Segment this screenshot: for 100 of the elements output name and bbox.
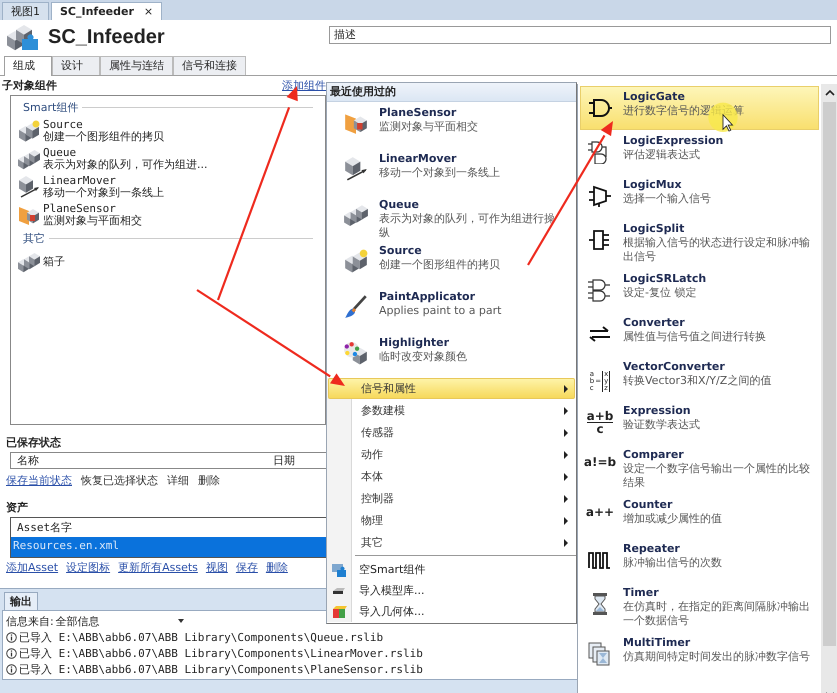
component-name[interactable]: LinearMover <box>43 175 164 187</box>
menu-heading: 最近使用过的 <box>327 83 576 102</box>
component-name[interactable]: PlaneSensor <box>43 203 142 215</box>
submenu-item[interactable]: 传感器 <box>328 422 575 443</box>
submenu-item[interactable]: 物理 <box>328 510 575 531</box>
scrollbar[interactable] <box>821 84 837 693</box>
action-link[interactable]: 视图 <box>206 560 228 575</box>
filter-label: 信息来自: <box>6 614 54 628</box>
tab[interactable]: 属性与连结 <box>100 56 173 75</box>
item-name: LogicSRLatch <box>623 272 706 286</box>
submenu-item[interactable]: 信号和属性 <box>328 378 575 399</box>
item-name: Queue <box>379 198 420 212</box>
submenu-arrow-icon <box>564 538 568 546</box>
group-heading: 其它 <box>23 231 45 246</box>
action-link[interactable]: 更新所有Assets <box>118 560 198 575</box>
tab[interactable]: 设计 <box>52 56 100 75</box>
action-link[interactable]: 设定图标 <box>66 560 110 575</box>
menu-item[interactable]: MultiTimer 仿真期间特定时间发出的脉冲数字信号 <box>580 632 819 676</box>
item-description: 临时改变对象颜色 <box>379 350 467 364</box>
operator-symbol: a++ <box>586 504 614 521</box>
document-tab[interactable]: SC_Infeeder × <box>51 2 162 20</box>
item-description: 仿真期间特定时间发出的脉冲数字信号 <box>623 650 810 664</box>
menu-item[interactable]: Converter 属性值与信号值之间进行转换 <box>580 312 819 356</box>
menu-item[interactable]: LogicSplit 根据输入信号的状态进行设定和脉冲输出信号 <box>580 218 819 268</box>
info-icon <box>6 632 17 642</box>
description-field[interactable]: 描述 <box>329 26 831 44</box>
menu-item[interactable]: LogicSRLatch 设定-复位 锁定 <box>580 268 819 312</box>
item-description: 设定一个数字信号输出一个属性的比较结果 <box>623 462 811 490</box>
action-label[interactable]: 详细 <box>167 473 189 488</box>
scroll-up-icon[interactable] <box>824 89 834 97</box>
menu-item[interactable]: Timer 在仿真时，在指定的距离间隔脉冲输出一个数据信号 <box>580 582 819 632</box>
item-description: 在仿真时，在指定的距离间隔脉冲输出一个数据信号 <box>623 600 811 628</box>
cube-star-icon <box>343 248 369 274</box>
item-description: 根据输入信号的状态进行设定和脉冲输出信号 <box>623 236 811 264</box>
submenu-item[interactable]: 本体 <box>328 466 575 487</box>
menu-item[interactable]: Queue 表示为对象的队列，可作为组进行操纵 <box>327 194 576 240</box>
action-link[interactable]: 保存当前状态 <box>6 473 72 488</box>
log-message: 已导入 E:\ABB\abb6.07\ABB Library\Components\LinearMover.rslib <box>19 646 423 660</box>
menu-item[interactable]: LogicMux 选择一个输入信号 <box>580 174 819 218</box>
item-description: 验证数学表达式 <box>623 418 700 432</box>
menu-item[interactable]: PlaneSensor 监测对象与平面相交 <box>327 102 576 148</box>
action-link[interactable]: 添加Asset <box>6 560 58 575</box>
filter-dropdown[interactable]: 全部信息 <box>56 614 184 628</box>
info-icon <box>6 648 17 658</box>
action-label[interactable]: 恢复已选择状态 <box>81 473 158 488</box>
add-component-link[interactable]: 添加组件 <box>282 78 326 93</box>
caret-icon <box>178 619 184 623</box>
cubes-icon <box>17 147 41 171</box>
section-title: 已保存状态 <box>6 435 62 450</box>
item-description: 移动一个对象到一条线上 <box>379 166 500 180</box>
column-header: 日期 <box>273 453 296 468</box>
submenu-item[interactable]: 参数建模 <box>328 400 575 421</box>
tab[interactable]: 信号和连接 <box>173 56 246 75</box>
box-icon <box>331 604 347 620</box>
action-link[interactable]: 删除 <box>266 560 288 575</box>
item-name: VectorConverter <box>623 360 726 374</box>
action-link[interactable]: 保存 <box>236 560 258 575</box>
cube-star-icon <box>17 119 41 143</box>
action-label[interactable]: 删除 <box>198 473 220 488</box>
item-name: PlaneSensor <box>379 106 458 120</box>
component-name[interactable]: 箱子 <box>43 256 65 268</box>
item-name: Counter <box>623 498 674 512</box>
submenu-item[interactable]: 控制器 <box>328 488 575 509</box>
section-title: 资产 <box>6 500 29 515</box>
menu-item[interactable]: 导入模型库... <box>359 583 424 598</box>
info-icon <box>6 664 17 674</box>
menu-item[interactable]: Highlighter 临时改变对象颜色 <box>327 332 576 378</box>
component-name[interactable]: Queue <box>43 147 208 159</box>
menu-item[interactable]: 导入几何体... <box>359 604 424 619</box>
menu-item[interactable]: Source 创建一个图形组件的拷贝 <box>327 240 576 286</box>
output-tab[interactable]: 输出 <box>4 592 38 610</box>
submenu-arrow-icon <box>564 428 568 436</box>
item-name: Converter <box>623 316 686 330</box>
cube-arrow-icon <box>343 156 369 182</box>
submenu-arrow-icon <box>564 406 568 414</box>
operator-symbol: a!=b <box>584 454 616 471</box>
submenu-arrow-icon <box>564 384 568 392</box>
submenu-item[interactable]: 动作 <box>328 444 575 465</box>
cubes-icon <box>17 250 41 274</box>
component-group-icon <box>6 23 40 51</box>
menu-item[interactable]: LinearMover 移动一个对象到一条线上 <box>327 148 576 194</box>
item-description: 属性值与信号值之间进行转换 <box>623 330 766 344</box>
menu-item[interactable]: LogicExpression 评估逻辑表达式 <box>580 130 819 174</box>
submenu-arrow-icon <box>564 450 568 458</box>
tab[interactable]: 组成 <box>4 56 52 76</box>
item-name: Highlighter <box>379 336 450 350</box>
menu-item[interactable]: 空Smart组件 <box>359 562 426 577</box>
component-name[interactable]: Source <box>43 119 164 131</box>
item-name: PaintApplicator <box>379 290 476 304</box>
color-wheel-icon <box>343 340 369 366</box>
document-tab[interactable]: 视图1 <box>2 2 49 20</box>
menu-item[interactable]: PaintApplicator Applies paint to a part <box>327 286 576 332</box>
item-description: 增加或减少属性的值 <box>623 512 722 526</box>
item-description: 表示为对象的队列，可作为组进行操纵 <box>379 212 556 240</box>
component-description: 移动一个对象到一条线上 <box>43 187 164 199</box>
menu-item[interactable]: Repeater 脉冲输出信号的次数 <box>580 538 819 582</box>
latch-icon <box>587 278 613 302</box>
component-description: 表示为对象的队列，可作为组进... <box>43 159 208 171</box>
item-description: 评估逻辑表达式 <box>623 148 701 162</box>
close-icon[interactable]: × <box>144 5 154 18</box>
